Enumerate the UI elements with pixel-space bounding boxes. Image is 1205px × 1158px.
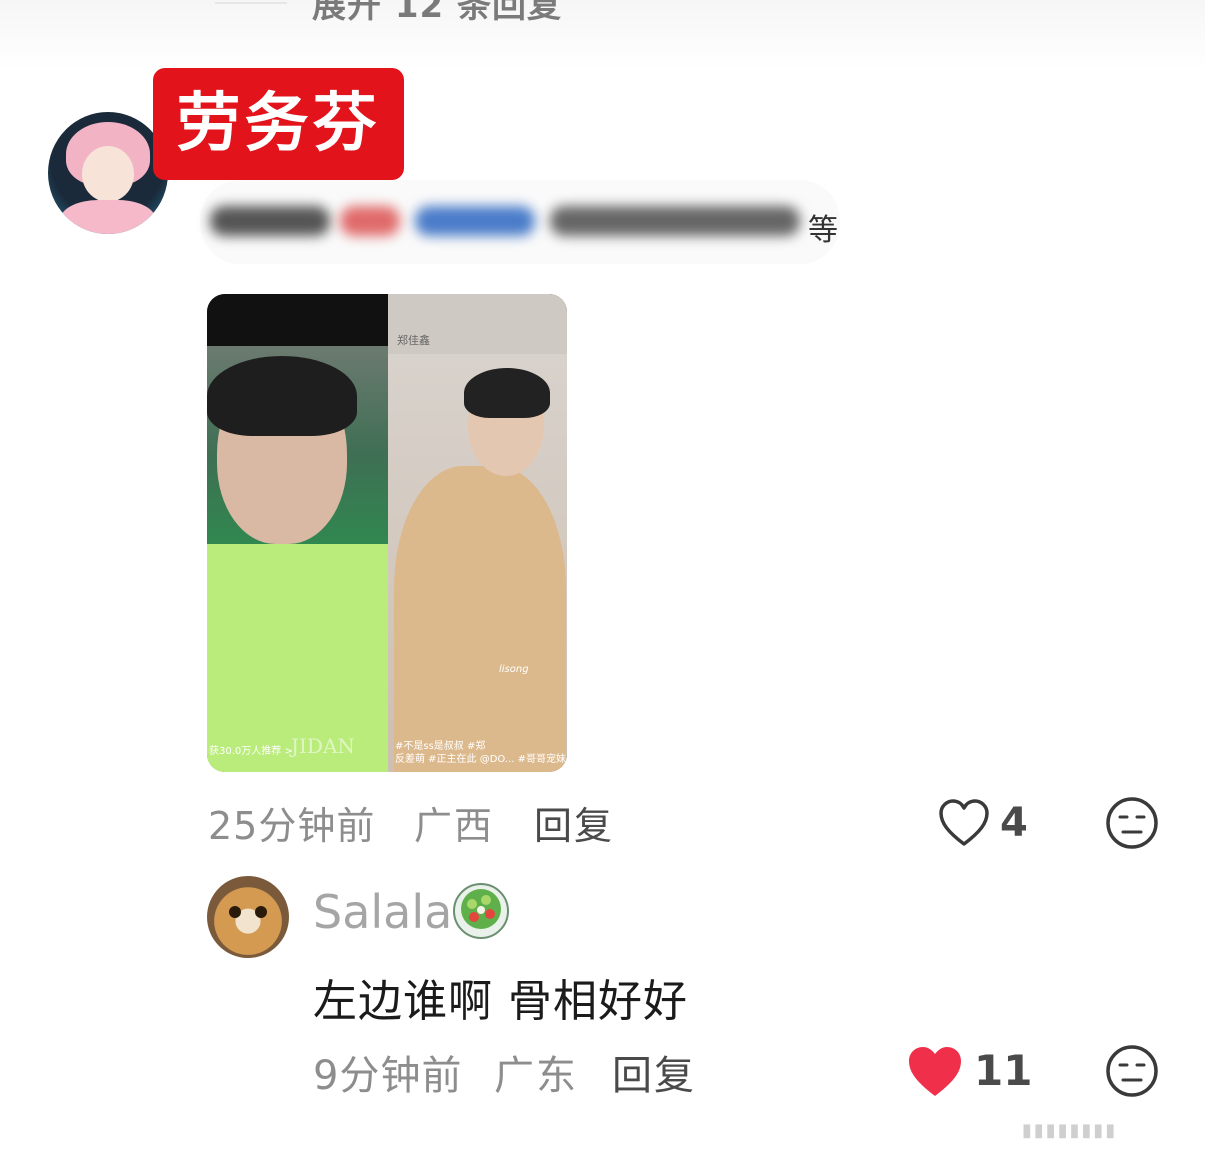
top-fade <box>0 0 1205 70</box>
salad-emoji-icon <box>453 883 509 939</box>
avatar[interactable] <box>207 876 289 958</box>
reply-author-name[interactable]: Salala <box>313 885 452 939</box>
reply-region: 广东 <box>494 1053 578 1099</box>
heart-outline-icon[interactable] <box>938 798 990 848</box>
image-watermark: JIDAN <box>291 734 355 758</box>
reply-button[interactable]: 回复 <box>612 1043 696 1101</box>
comment-image[interactable]: 郑佳鑫 JIDAN lisong 获30.0万人推荐 > #不是ss是叔叔 #郑… <box>207 294 567 772</box>
comment-time: 25分钟前 <box>208 804 376 848</box>
expand-divider <box>215 2 287 4</box>
image-caption-left: 获30.0万人推荐 > <box>209 746 293 757</box>
reply-button[interactable]: 回复 <box>534 795 614 850</box>
image-search-text: 郑佳鑫 <box>397 334 430 347</box>
like-count: 11 <box>974 1046 1033 1095</box>
image-caption-right: #不是ss是叔叔 #郑 反差萌 #正主在此 @DO... #哥哥宠妹有你 <box>395 741 567 765</box>
expand-replies-link[interactable]: 展开 12 条回复 <box>312 0 562 27</box>
reply-time: 9分钟前 <box>313 1053 463 1099</box>
like-count: 4 <box>1000 800 1028 846</box>
emoji-icon[interactable] <box>1105 1044 1159 1098</box>
comment-region: 广西 <box>414 804 495 848</box>
emoji-icon[interactable] <box>1105 796 1159 850</box>
redacted-comment-text <box>200 180 840 264</box>
watermark: ▮▮▮▮▮▮▮▮ <box>1022 1120 1118 1141</box>
comment-text-tail: 等 <box>808 213 838 248</box>
reply-text: 左边谁啊 骨相好好 <box>313 976 688 1027</box>
image-signature: lisong <box>499 664 529 675</box>
comment-author-name[interactable]: 劳务芬 <box>153 68 404 180</box>
avatar[interactable] <box>48 112 168 234</box>
heart-filled-icon[interactable] <box>907 1046 963 1098</box>
